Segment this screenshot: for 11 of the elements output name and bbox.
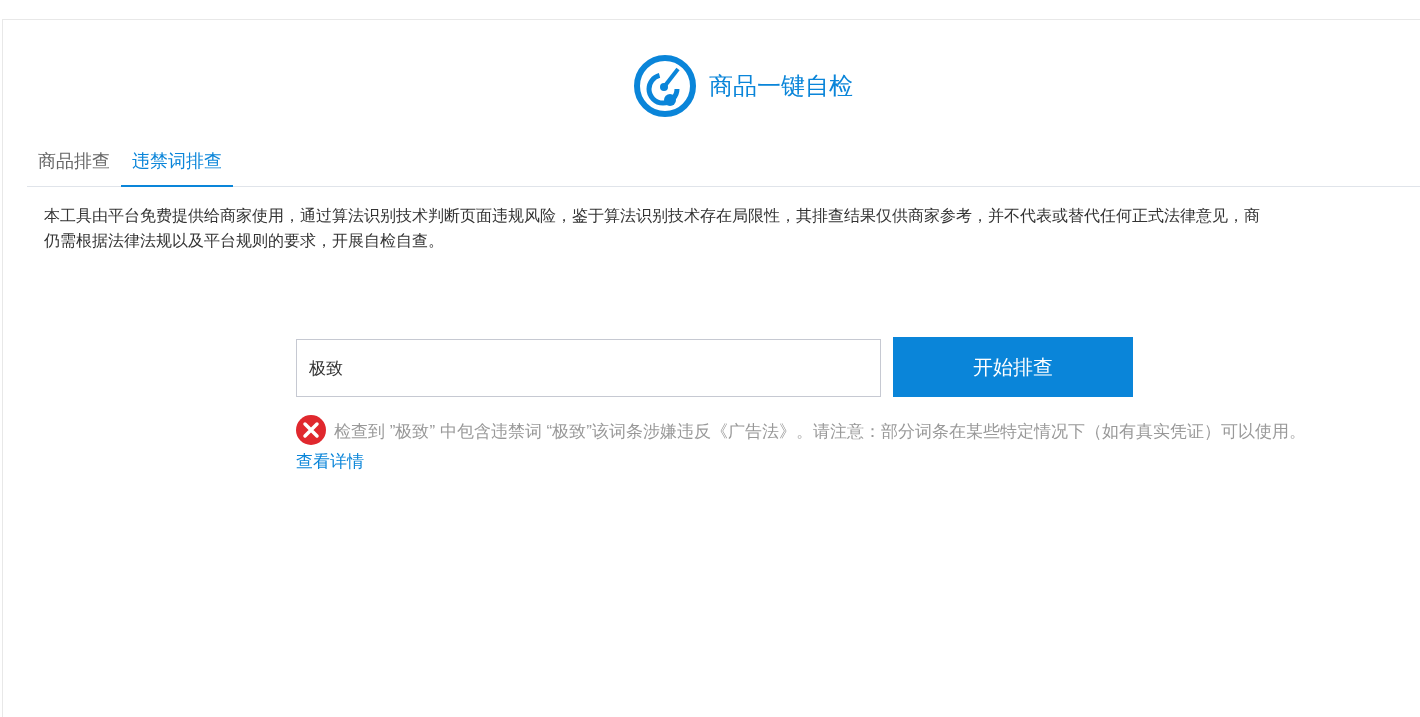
result-message: 检查到 ”极致” 中包含违禁词 “极致”该词条涉嫌违反《广告法》。请注意：部分词条在某些特定情况下（如有真实凭证）可以使用。 — [334, 421, 1306, 444]
radar-icon — [633, 54, 697, 118]
disclaimer-text: 本工具由平台免费提供给商家使用，通过算法识别技术判断页面违规风险，鉴于算法识别技术存在局限性，其排查结果仅供商家参考，并不代表或替代任何正式法律意见，商 — [44, 206, 1260, 226]
search-input[interactable]: 极致 — [296, 339, 881, 397]
error-icon — [296, 415, 326, 445]
tab[interactable]: 违禁词排查 — [121, 148, 233, 187]
view-details-link[interactable]: 查看详情 — [296, 449, 364, 475]
tab[interactable]: 商品排查 — [27, 148, 121, 187]
disclaimer-text: 仍需根据法律法规以及平台规则的要求，开展自检自查。 — [44, 231, 444, 251]
page-title: 商品一键自检 — [709, 71, 853, 101]
start-check-button[interactable]: 开始排查 — [893, 337, 1133, 397]
